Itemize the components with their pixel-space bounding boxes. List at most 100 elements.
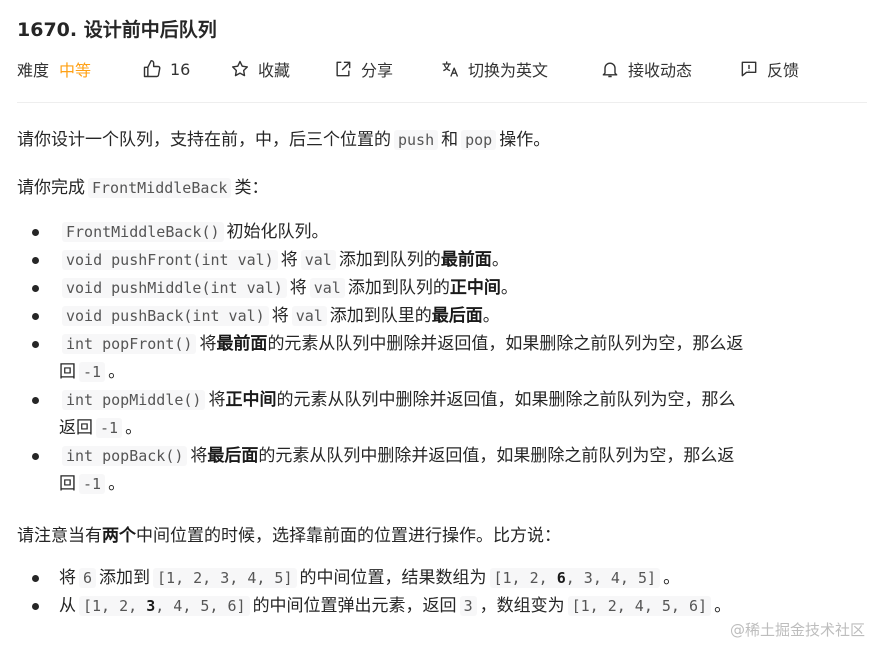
desc-text: 。 xyxy=(491,250,509,270)
problem-toolbar: 难度 中等 16 收藏 分享 切换为英文 接收动态 反馈 xyxy=(17,56,867,82)
favorite-button[interactable]: 收藏 xyxy=(230,56,290,82)
list-item: int popMiddle() 将正中间的元素从队列中删除并返回值，如果删除之前队… xyxy=(32,386,871,442)
desc-text: 。 xyxy=(108,474,126,494)
inline-code: -1 xyxy=(96,418,123,438)
desc-text: 添加到队列的 xyxy=(338,250,441,270)
like-button[interactable]: 16 xyxy=(142,56,190,82)
desc-text: 请注意当有 xyxy=(17,526,102,546)
subscribe-label: 接收动态 xyxy=(628,61,693,80)
desc-text: 操作。 xyxy=(499,130,551,150)
share-icon xyxy=(336,61,351,77)
difficulty-indicator: 难度 中等 xyxy=(17,56,91,82)
desc-text: 。 xyxy=(714,596,732,616)
share-label: 分享 xyxy=(361,61,394,80)
desc-text: 将 xyxy=(199,334,217,354)
favorite-label: 收藏 xyxy=(258,61,291,80)
code-part: [1, 2, xyxy=(83,597,147,615)
desc-text: 回 xyxy=(59,362,76,382)
inline-code: -1 xyxy=(79,474,106,494)
inline-code: val xyxy=(291,306,327,326)
desc-text: 将 xyxy=(208,390,226,410)
bell-icon xyxy=(602,62,618,78)
inline-code: [1, 2, 3, 4, 5] xyxy=(153,568,297,588)
desc-text: 添加到队列的 xyxy=(347,278,450,298)
difficulty-value: 中等 xyxy=(59,61,92,80)
list-item: 将 6 添加到 [1, 2, 3, 4, 5] 的中间位置，结果数组为 [1, 2, 6,… xyxy=(32,564,871,592)
desc-text: 请你完成 xyxy=(17,178,85,198)
inline-code: [1, 2, 4, 5, 6] xyxy=(567,596,712,616)
desc-text: 将 xyxy=(271,306,289,326)
inline-code: 6 xyxy=(79,568,97,588)
list-item: FrontMiddleBack() 初始化队列。 xyxy=(32,218,871,246)
desc-text: 。 xyxy=(663,568,681,588)
like-count: 16 xyxy=(170,59,191,79)
bold-text: 最后面 xyxy=(431,306,483,326)
desc-text: 的中间位置弹出元素，返回 xyxy=(252,596,457,616)
translate-button[interactable]: 切换为英文 xyxy=(440,56,548,82)
desc-text: 的元素从队列中删除并返回值，如果删除之前队列为空，那么 xyxy=(276,390,736,410)
inline-code: void pushFront(int val) xyxy=(62,250,278,270)
desc-text: 。 xyxy=(125,418,143,438)
translate-icon xyxy=(442,61,459,77)
inline-code: void pushMiddle(int val) xyxy=(62,278,287,298)
share-button[interactable]: 分享 xyxy=(333,56,393,82)
list-item: void pushBack(int val) 将 val 添加到队里的最后面。 xyxy=(32,302,871,330)
subscribe-button[interactable]: 接收动态 xyxy=(600,56,692,82)
desc-text: 中间位置的时候，选择靠前面的位置进行操作。比方说： xyxy=(136,526,561,546)
bold-text: 最后面 xyxy=(207,446,259,466)
inline-code: FrontMiddleBack() xyxy=(62,222,224,242)
inline-code: FrontMiddleBack xyxy=(88,178,232,198)
inline-code: void pushBack(int val) xyxy=(62,306,269,326)
desc-text: 添加到队里的 xyxy=(329,306,432,326)
star-icon xyxy=(231,60,249,77)
watermark: @稀土掘金技术社区 xyxy=(729,621,865,639)
problem-title: 1670. 设计前中后队列 xyxy=(17,19,217,41)
desc-text: 返回 xyxy=(59,418,93,438)
bold-text: 两个 xyxy=(102,526,136,546)
desc-text: 将 xyxy=(280,250,298,270)
bold-text: 最前面 xyxy=(216,334,268,354)
list-item: void pushMiddle(int val) 将 val 添加到队列的正中间。 xyxy=(32,274,871,302)
desc-text: 将 xyxy=(289,278,307,298)
desc-paragraph-3: 请注意当有两个中间位置的时候，选择靠前面的位置进行操作。比方说： xyxy=(17,521,561,546)
desc-text: 请你设计一个队列，支持在前，中，后三个位置的 xyxy=(17,130,391,150)
desc-text: 的元素从队列中删除并返回值，如果删除之前队列为空，那么返 xyxy=(258,446,735,466)
desc-text: 和 xyxy=(441,130,459,150)
bold-code: 6 xyxy=(556,569,566,587)
desc-text: 回 xyxy=(59,474,76,494)
desc-text: 初始化队列。 xyxy=(226,222,329,242)
code-part: , 4, 5, 6] xyxy=(155,597,246,615)
inline-code: push xyxy=(394,130,439,150)
inline-code: -1 xyxy=(79,362,106,382)
desc-paragraph-1: 请你设计一个队列，支持在前，中，后三个位置的 push 和 pop 操作。 xyxy=(17,125,550,150)
inline-code: int popFront() xyxy=(62,334,197,354)
desc-text: 将 xyxy=(59,568,76,588)
list-item: void pushFront(int val) 将 val 添加到队列的最前面。 xyxy=(32,246,871,274)
code-part: , 3, 4, 5] xyxy=(565,569,657,587)
desc-text: 添加到 xyxy=(99,568,151,588)
desc-text: 。 xyxy=(500,278,518,298)
inline-code: [1, 2, 3, 4, 5, 6] xyxy=(79,596,250,616)
desc-text: 的元素从队列中删除并返回值，如果删除之前队列为空，那么返 xyxy=(267,334,744,354)
feedback-icon xyxy=(741,61,757,77)
desc-text: 将 xyxy=(190,446,208,466)
desc-text: 类： xyxy=(234,178,269,198)
translate-label: 切换为英文 xyxy=(468,61,549,80)
bold-text: 正中间 xyxy=(225,390,277,410)
inline-code: int popMiddle() xyxy=(62,390,206,410)
inline-code: pop xyxy=(461,130,497,150)
feedback-button[interactable]: 反馈 xyxy=(739,56,799,82)
list-item: int popFront() 将最前面的元素从队列中删除并返回值，如果删除之前队列… xyxy=(32,330,871,386)
toolbar-divider xyxy=(17,102,867,103)
inline-code: int popBack() xyxy=(62,446,188,466)
inline-code: 3 xyxy=(459,596,477,616)
bold-text: 正中间 xyxy=(449,278,501,298)
desc-text: 。 xyxy=(482,306,500,326)
desc-text: 从 xyxy=(59,596,76,616)
inline-code: [1, 2, 6, 3, 4, 5] xyxy=(489,568,661,588)
thumbs-up-icon xyxy=(143,59,161,78)
inline-code: val xyxy=(309,278,345,298)
code-part: [1, 2, xyxy=(493,569,557,587)
inline-code: val xyxy=(300,250,336,270)
desc-text: 的中间位置，结果数组为 xyxy=(299,568,487,588)
